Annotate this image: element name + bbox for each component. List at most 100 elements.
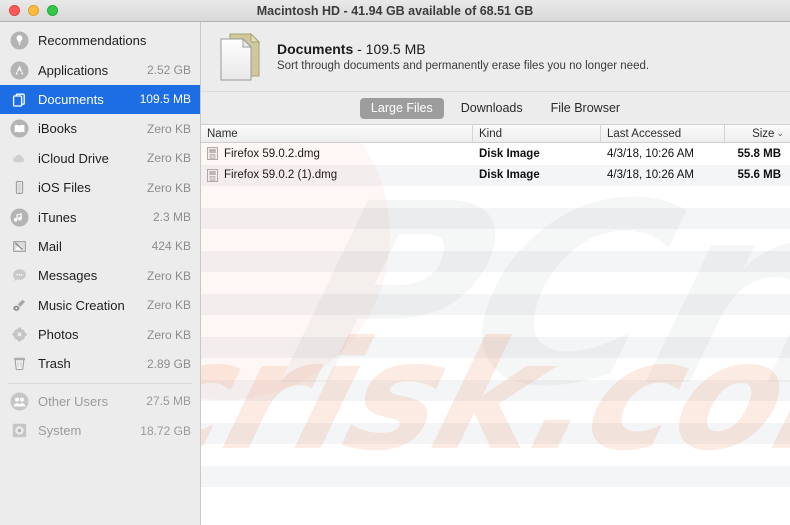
sidebar-item-itunes[interactable]: iTunes 2.3 MB (0, 202, 200, 231)
table-row-empty (201, 186, 790, 208)
sidebar-item-label: iBooks (38, 121, 138, 136)
sidebar-item-size: 27.5 MB (146, 394, 191, 408)
documents-icon (10, 90, 29, 109)
tab-bar[interactable]: Large Files Downloads File Browser (201, 92, 790, 124)
lightbulb-icon (10, 31, 29, 50)
table-row-empty (201, 358, 790, 380)
sidebar-item-size: Zero KB (147, 122, 191, 136)
sidebar-item-label: Photos (38, 327, 138, 342)
sidebar-item-size: Zero KB (147, 181, 191, 195)
sidebar-item-other-users[interactable]: Other Users 27.5 MB (0, 387, 200, 416)
file-last-accessed: 4/3/18, 10:26 AM (601, 148, 725, 160)
sidebar-item-label: iOS Files (38, 180, 138, 195)
tab-downloads[interactable]: Downloads (450, 98, 534, 119)
sidebar-item-recommendations[interactable]: Recommendations (0, 26, 200, 55)
page-title-name: Documents (277, 41, 353, 57)
table-row-empty (201, 294, 790, 316)
sidebar-item-size: 2.3 MB (153, 210, 191, 224)
sidebar-item-ios-files[interactable]: iOS Files Zero KB (0, 173, 200, 202)
minimize-button[interactable] (28, 5, 39, 16)
trash-icon (10, 354, 29, 373)
file-kind: Disk Image (473, 169, 601, 181)
page-title: Documents - 109.5 MB (277, 41, 649, 57)
column-header-size-label: Size (752, 128, 774, 140)
category-header: Documents - 109.5 MB Sort through docume… (201, 22, 790, 92)
sidebar-item-mail[interactable]: Mail 424 KB (0, 232, 200, 261)
sidebar-item-label: Applications (38, 63, 138, 78)
sidebar-item-photos[interactable]: Photos Zero KB (0, 320, 200, 349)
file-name: Firefox 59.0.2 (1).dmg (224, 169, 337, 181)
mail-stamp-icon (10, 237, 29, 256)
sidebar-item-label: System (38, 423, 131, 438)
sidebar-item-label: Other Users (38, 394, 137, 409)
users-icon (10, 392, 29, 411)
table-row-empty (201, 337, 790, 359)
tab-large-files[interactable]: Large Files (360, 98, 444, 119)
system-disc-icon (10, 421, 29, 440)
empty-rows-region (201, 186, 790, 509)
sidebar-item-size: 109.5 MB (140, 92, 191, 106)
column-header-name[interactable]: Name (201, 125, 473, 142)
sidebar-item-label: Documents (38, 92, 131, 107)
sidebar-item-label: Music Creation (38, 298, 138, 313)
iphone-icon (10, 178, 29, 197)
category-header-text: Documents - 109.5 MB Sort through docume… (277, 41, 649, 72)
sidebar-item-system[interactable]: System 18.72 GB (0, 416, 200, 445)
sidebar-item-size: Zero KB (147, 328, 191, 342)
sidebar-item-label: Messages (38, 268, 138, 283)
sidebar-item-icloud-drive[interactable]: iCloud Drive Zero KB (0, 144, 200, 173)
file-name-cell: Firefox 59.0.2 (1).dmg (201, 169, 473, 182)
page-title-size: - 109.5 MB (353, 41, 425, 57)
file-kind: Disk Image (473, 148, 601, 160)
cloud-icon (10, 149, 29, 168)
file-size: 55.8 MB (725, 148, 790, 160)
storage-management-window: Macintosh HD - 41.94 GB available of 68.… (0, 0, 790, 525)
table-row-empty (201, 251, 790, 273)
documents-stack-icon (217, 31, 263, 83)
page-description: Sort through documents and permanently e… (277, 60, 649, 72)
table-row-empty (201, 487, 790, 509)
sidebar-item-label: Mail (38, 239, 143, 254)
speech-bubble-icon (10, 266, 29, 285)
tab-file-browser[interactable]: File Browser (540, 98, 631, 119)
main-panel: Documents - 109.5 MB Sort through docume… (201, 22, 790, 525)
zoom-button[interactable] (47, 5, 58, 16)
guitar-icon (10, 296, 29, 315)
sidebar-item-applications[interactable]: Applications 2.52 GB (0, 55, 200, 84)
music-note-icon (10, 208, 29, 227)
flower-icon (10, 325, 29, 344)
sidebar-item-documents[interactable]: Documents 109.5 MB (0, 85, 200, 114)
sidebar-item-size: Zero KB (147, 269, 191, 283)
sidebar-item-label: iCloud Drive (38, 151, 138, 166)
storage-sidebar[interactable]: Recommendations Applications 2.52 GB (0, 22, 201, 525)
table-row-empty (201, 423, 790, 445)
sidebar-item-size: 2.52 GB (147, 63, 191, 77)
window-titlebar[interactable]: Macintosh HD - 41.94 GB available of 68.… (0, 0, 790, 22)
file-name: Firefox 59.0.2.dmg (224, 148, 320, 160)
sidebar-item-label: iTunes (38, 210, 144, 225)
sidebar-item-label: Recommendations (38, 33, 182, 48)
window-body: Recommendations Applications 2.52 GB (0, 22, 790, 525)
sidebar-item-messages[interactable]: Messages Zero KB (0, 261, 200, 290)
column-header-last-accessed[interactable]: Last Accessed (601, 125, 725, 142)
window-title: Macintosh HD - 41.94 GB available of 68.… (0, 4, 790, 18)
table-column-headers[interactable]: Name Kind Last Accessed Size ⌄ (201, 124, 790, 143)
sidebar-item-ibooks[interactable]: iBooks Zero KB (0, 114, 200, 143)
book-icon (10, 119, 29, 138)
file-list[interactable]: Firefox 59.0.2.dmg Disk Image 4/3/18, 10… (201, 143, 790, 525)
sidebar-item-size: Zero KB (147, 151, 191, 165)
column-header-kind[interactable]: Kind (473, 125, 601, 142)
table-row-empty (201, 401, 790, 423)
table-row-empty (201, 229, 790, 251)
column-header-size[interactable]: Size ⌄ (725, 125, 790, 142)
table-row-empty (201, 466, 790, 488)
app-store-icon (10, 61, 29, 80)
table-row[interactable]: Firefox 59.0.2.dmg Disk Image 4/3/18, 10… (201, 143, 790, 165)
window-controls (0, 5, 58, 16)
sidebar-item-size: 18.72 GB (140, 424, 191, 438)
sidebar-item-music-creation[interactable]: Music Creation Zero KB (0, 291, 200, 320)
sidebar-item-trash[interactable]: Trash 2.89 GB (0, 349, 200, 378)
close-button[interactable] (9, 5, 20, 16)
table-row[interactable]: Firefox 59.0.2 (1).dmg Disk Image 4/3/18… (201, 165, 790, 187)
disk-image-icon (207, 147, 218, 160)
